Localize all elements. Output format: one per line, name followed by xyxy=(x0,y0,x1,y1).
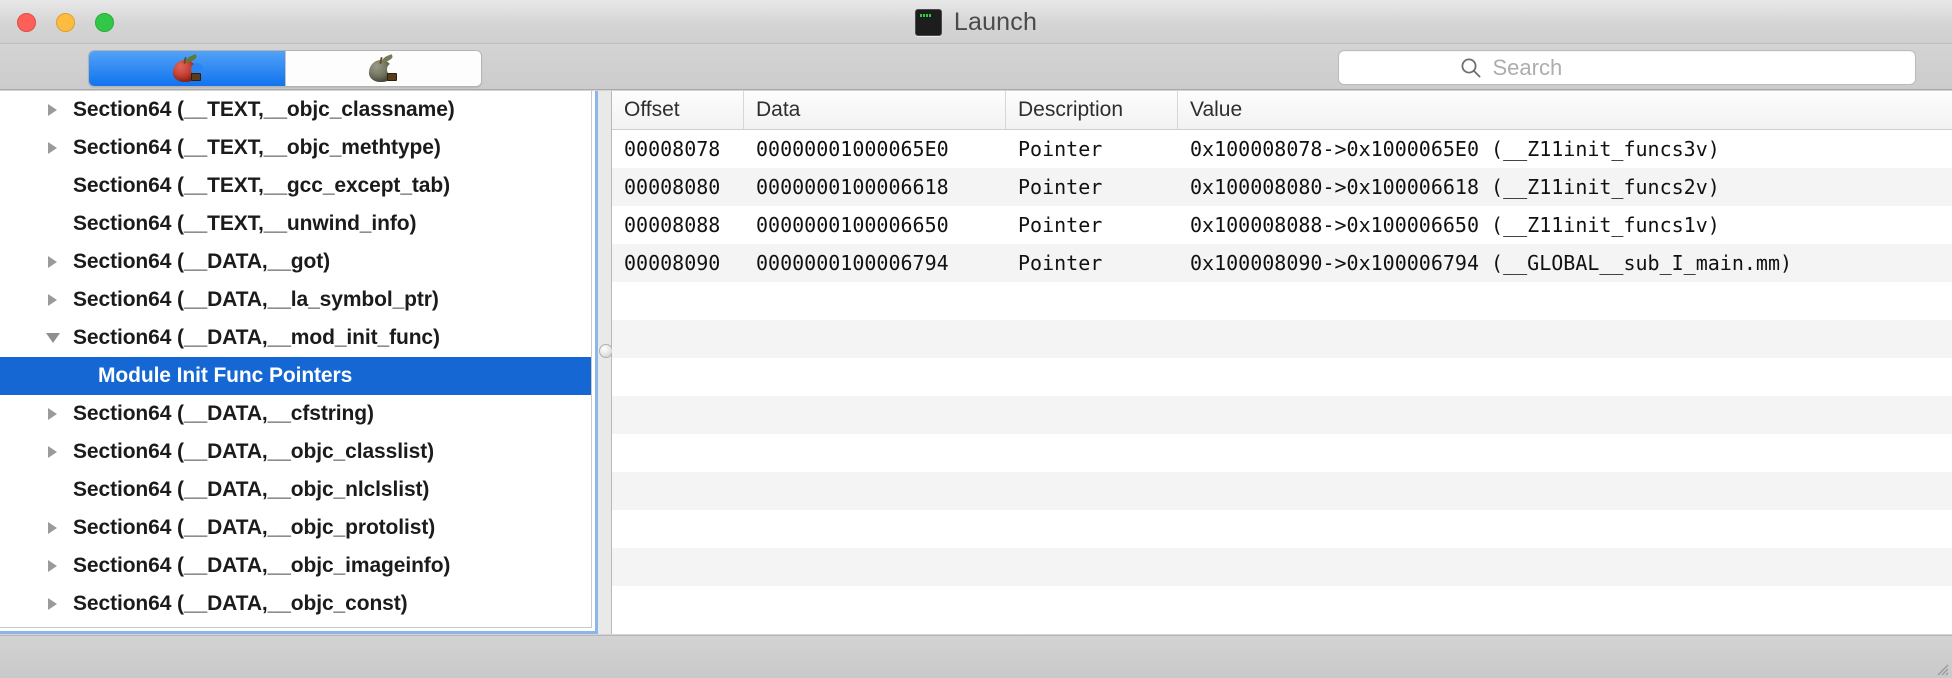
split-view-handle[interactable] xyxy=(599,344,613,358)
sidebar-tree-row[interactable]: Section64 (__TEXT,__objc_methtype) xyxy=(0,129,591,167)
chevron-right-icon[interactable] xyxy=(48,104,57,116)
table-empty-row xyxy=(612,320,1952,358)
title-bar: Launch xyxy=(0,0,1952,44)
sidebar-tree-row[interactable]: Section64 (__DATA,__la_symbol_ptr) xyxy=(0,281,591,319)
split-view-divider[interactable] xyxy=(598,91,613,634)
sidebar-tree-label: Section64 (__TEXT,__unwind_info) xyxy=(73,212,417,235)
detail-table: Offset Data Description Value 00008078 00… xyxy=(612,91,1952,634)
sidebar-tree-row[interactable]: Section64 (__DATA,__cfstring) xyxy=(0,395,591,433)
table-empty-row xyxy=(612,586,1952,624)
view-mode-segmented-control[interactable] xyxy=(88,50,482,87)
sidebar-tree-row[interactable]: Section64 (__DATA,__objc_imageinfo) xyxy=(0,547,591,585)
cell-offset: 00008078 xyxy=(624,137,721,161)
sidebar-tree-row[interactable]: Section64 (__TEXT,__unwind_info) xyxy=(0,205,591,243)
resize-grip-icon[interactable] xyxy=(1933,660,1949,676)
maximize-window-button[interactable] xyxy=(95,13,114,32)
sidebar-tree-label: Section64 (__DATA,__objc_classlist) xyxy=(73,440,435,463)
chevron-right-icon[interactable] xyxy=(48,598,57,610)
table-empty-row xyxy=(612,510,1952,548)
apple-grey-icon xyxy=(368,53,400,83)
column-header-data[interactable]: Data xyxy=(744,91,1006,129)
sidebar-tree-row[interactable]: Section64 (__DATA,__objc_protolist) xyxy=(0,509,591,547)
sidebar-tree-label: Section64 (__DATA,__la_symbol_ptr) xyxy=(73,288,439,311)
table-empty-row xyxy=(612,548,1952,586)
sidebar-tree-label: Section64 (__TEXT,__objc_classname) xyxy=(73,98,455,121)
cell-data: 00000001000065E0 xyxy=(756,137,949,161)
sidebar-tree-label: Section64 (__DATA,__objc_imageinfo) xyxy=(73,554,451,577)
cell-description: Pointer xyxy=(1018,251,1103,275)
table-empty-row xyxy=(612,282,1952,320)
sidebar-tree-label: Section64 (__DATA,__objc_protolist) xyxy=(73,516,436,539)
column-header-description[interactable]: Description xyxy=(1006,91,1178,129)
sidebar-tree-label: Section64 (__DATA,__mod_init_func) xyxy=(73,326,440,349)
search-field[interactable] xyxy=(1338,50,1916,85)
cell-data: 0000000100006650 xyxy=(756,213,949,237)
table-header-row: Offset Data Description Value xyxy=(612,91,1952,130)
sidebar-tree-row[interactable]: Section64 (__DATA,__objc_classlist) xyxy=(0,433,591,471)
cell-offset: 00008080 xyxy=(624,175,721,199)
sidebar-tree-row[interactable]: Section64 (__DATA,__mod_init_func) xyxy=(0,319,591,357)
chevron-right-icon[interactable] xyxy=(48,560,57,572)
chevron-right-icon[interactable] xyxy=(48,294,57,306)
window-title: Launch xyxy=(953,7,1038,36)
cell-value: 0x100008088->0x100006650 (__Z11init_func… xyxy=(1190,213,1720,237)
content-area: Section64 (__TEXT,__objc_classname) Secti… xyxy=(0,91,1952,635)
cell-data: 0000000100006794 xyxy=(756,251,949,275)
chevron-right-icon[interactable] xyxy=(48,446,57,458)
chevron-right-icon[interactable] xyxy=(48,256,57,268)
sidebar-tree-row[interactable]: Section64 (__TEXT,__objc_classname) xyxy=(0,91,591,129)
search-icon xyxy=(1461,58,1481,78)
minimize-window-button[interactable] xyxy=(56,13,75,32)
sidebar-tree-row[interactable]: Section64 (__DATA,__objc_nlclslist) xyxy=(0,471,591,509)
apple-red-icon xyxy=(172,53,203,83)
chevron-down-icon[interactable] xyxy=(46,333,60,343)
app-window: Launch Search Section64 (__TEXT,__objc_c… xyxy=(0,0,1952,678)
sidebar-tree-label: Module Init Func Pointers xyxy=(98,364,353,387)
cell-offset: 00008088 xyxy=(624,213,721,237)
sidebar-tree-row[interactable]: Section64 (__DATA,__objc_const) xyxy=(0,585,591,623)
section-outline-view[interactable]: Section64 (__TEXT,__objc_classname) Secti… xyxy=(0,91,592,628)
sidebar-tree-label: Section64 (__TEXT,__objc_methtype) xyxy=(73,136,441,159)
cell-description: Pointer xyxy=(1018,175,1103,199)
table-row[interactable]: 00008078 00000001000065E0 Pointer 0x1000080… xyxy=(612,130,1952,168)
cell-value: 0x100008080->0x100006618 (__Z11init_func… xyxy=(1190,175,1720,199)
column-header-value[interactable]: Value xyxy=(1178,91,1952,129)
chevron-right-icon[interactable] xyxy=(48,522,57,534)
table-empty-row xyxy=(612,434,1952,472)
table-row[interactable]: 00008090 0000000100006794 Pointer 0x1000080… xyxy=(612,244,1952,282)
segment-apple-grey[interactable] xyxy=(284,51,481,86)
cell-description: Pointer xyxy=(1018,213,1103,237)
sidebar-focus-ring: Section64 (__TEXT,__objc_classname) Secti… xyxy=(0,91,598,634)
column-header-offset[interactable]: Offset xyxy=(612,91,744,129)
cell-description: Pointer xyxy=(1018,137,1103,161)
sidebar-tree-row[interactable]: Module Init Func Pointers xyxy=(0,357,591,395)
table-empty-row xyxy=(612,396,1952,434)
table-empty-row xyxy=(612,472,1952,510)
cell-data: 0000000100006618 xyxy=(756,175,949,199)
status-bar xyxy=(0,635,1952,678)
sidebar-tree-label: Section64 (__TEXT,__gcc_except_tab) xyxy=(73,174,451,197)
sidebar-tree-row[interactable]: Section64 (__TEXT,__gcc_except_tab) xyxy=(0,167,591,205)
table-empty-row xyxy=(612,358,1952,396)
cell-offset: 00008090 xyxy=(624,251,721,275)
segment-apple-red[interactable] xyxy=(89,51,285,86)
cell-value: 0x100008090->0x100006794 (__GLOBAL__sub_… xyxy=(1190,251,1793,275)
toolbar xyxy=(0,44,1952,90)
sidebar-tree-label: Section64 (__DATA,__got) xyxy=(73,250,331,273)
close-window-button[interactable] xyxy=(17,13,36,32)
window-title-group: Launch xyxy=(0,0,1952,44)
chevron-right-icon[interactable] xyxy=(48,142,57,154)
table-row[interactable]: 00008080 0000000100006618 Pointer 0x1000080… xyxy=(612,168,1952,206)
chevron-right-icon[interactable] xyxy=(48,408,57,420)
sidebar-tree-label: Section64 (__DATA,__objc_nlclslist) xyxy=(73,478,430,501)
sidebar-tree-label: Section64 (__DATA,__objc_const) xyxy=(73,592,408,615)
cell-value: 0x100008078->0x1000065E0 (__Z11init_func… xyxy=(1190,137,1720,161)
sidebar-tree-row[interactable]: Section64 (__DATA,__got) xyxy=(0,243,591,281)
sidebar-tree-label: Section64 (__DATA,__cfstring) xyxy=(73,402,374,425)
search-input[interactable] xyxy=(1490,53,1795,82)
terminal-icon xyxy=(914,8,942,36)
table-row[interactable]: 00008088 0000000100006650 Pointer 0x1000080… xyxy=(612,206,1952,244)
table-body[interactable]: 00008078 00000001000065E0 Pointer 0x1000080… xyxy=(612,130,1952,624)
